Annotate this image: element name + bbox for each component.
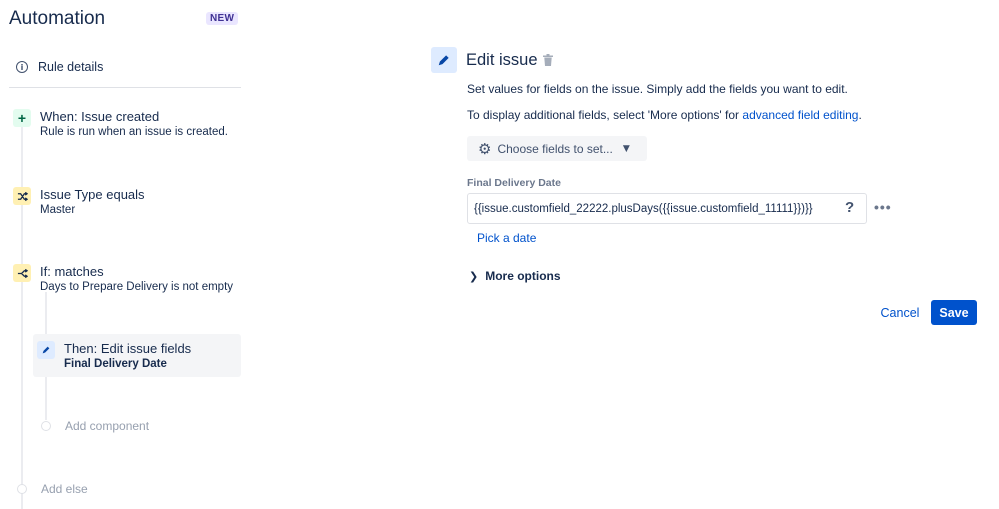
panel-title: Edit issue [466, 51, 538, 69]
pencil-icon [431, 47, 457, 73]
rule-details-link[interactable]: i Rule details [16, 60, 103, 74]
add-else-label: Add else [41, 482, 88, 496]
additional-fields-text: To display additional fields, select 'Mo… [467, 108, 862, 122]
component-title: Issue Type equals [40, 187, 145, 202]
component-title: When: Issue created [40, 109, 160, 124]
branch-icon [13, 264, 31, 282]
info-icon: i [16, 61, 28, 73]
component-trigger[interactable]: + When: Issue created Rule is run when a… [13, 108, 228, 140]
new-badge: NEW [206, 12, 239, 25]
timeline-line [21, 124, 23, 509]
help-icon[interactable]: ? [845, 199, 854, 216]
final-delivery-date-label: Final Delivery Date [467, 177, 561, 189]
circle-icon [17, 484, 27, 494]
more-actions-icon[interactable]: ••• [874, 199, 892, 215]
component-title: If: matches [40, 264, 104, 279]
more-options-label: More options [485, 269, 561, 283]
add-component-button[interactable]: Add component [41, 419, 149, 433]
pencil-icon [37, 341, 55, 359]
component-subtitle: Days to Prepare Delivery is not empty [40, 281, 234, 293]
add-else-button[interactable]: Add else [17, 482, 88, 496]
cancel-button[interactable]: Cancel [872, 300, 928, 325]
circle-icon [41, 421, 51, 431]
component-if-block[interactable]: If: matches Days to Prepare Delivery is … [13, 263, 233, 295]
component-title: Then: Edit issue fields [64, 341, 192, 356]
more-options-toggle[interactable]: ❯ More options [469, 269, 561, 283]
panel-description: Set values for fields on the issue. Simp… [467, 82, 848, 96]
advanced-field-editing-link[interactable]: advanced field editing [742, 108, 858, 122]
component-condition[interactable]: Issue Type equals Master [13, 186, 145, 218]
chevron-right-icon: ❯ [469, 269, 479, 283]
rule-details-label: Rule details [38, 60, 104, 74]
choose-fields-label: Choose fields to set... [497, 141, 613, 156]
plus-icon: + [13, 109, 31, 127]
app-title: Automation [9, 8, 106, 29]
save-button[interactable]: Save [931, 300, 977, 325]
pick-a-date-link[interactable]: Pick a date [477, 231, 536, 245]
sidebar-divider [9, 87, 241, 88]
trash-icon[interactable] [543, 54, 553, 66]
component-subtitle: Final Delivery Date [64, 358, 167, 370]
shuffle-icon [13, 187, 31, 205]
component-action-selected[interactable]: Then: Edit issue fields Final Delivery D… [37, 340, 191, 372]
add-component-label: Add component [65, 419, 150, 433]
component-subtitle: Master [40, 204, 76, 216]
final-delivery-date-input[interactable] [467, 193, 867, 224]
gear-icon: ⚙ [478, 139, 492, 158]
chevron-down-icon: ▼ [622, 143, 630, 154]
component-subtitle: Rule is run when an issue is created. [40, 126, 228, 138]
choose-fields-button[interactable]: ⚙ Choose fields to set... ▼ [467, 136, 647, 161]
